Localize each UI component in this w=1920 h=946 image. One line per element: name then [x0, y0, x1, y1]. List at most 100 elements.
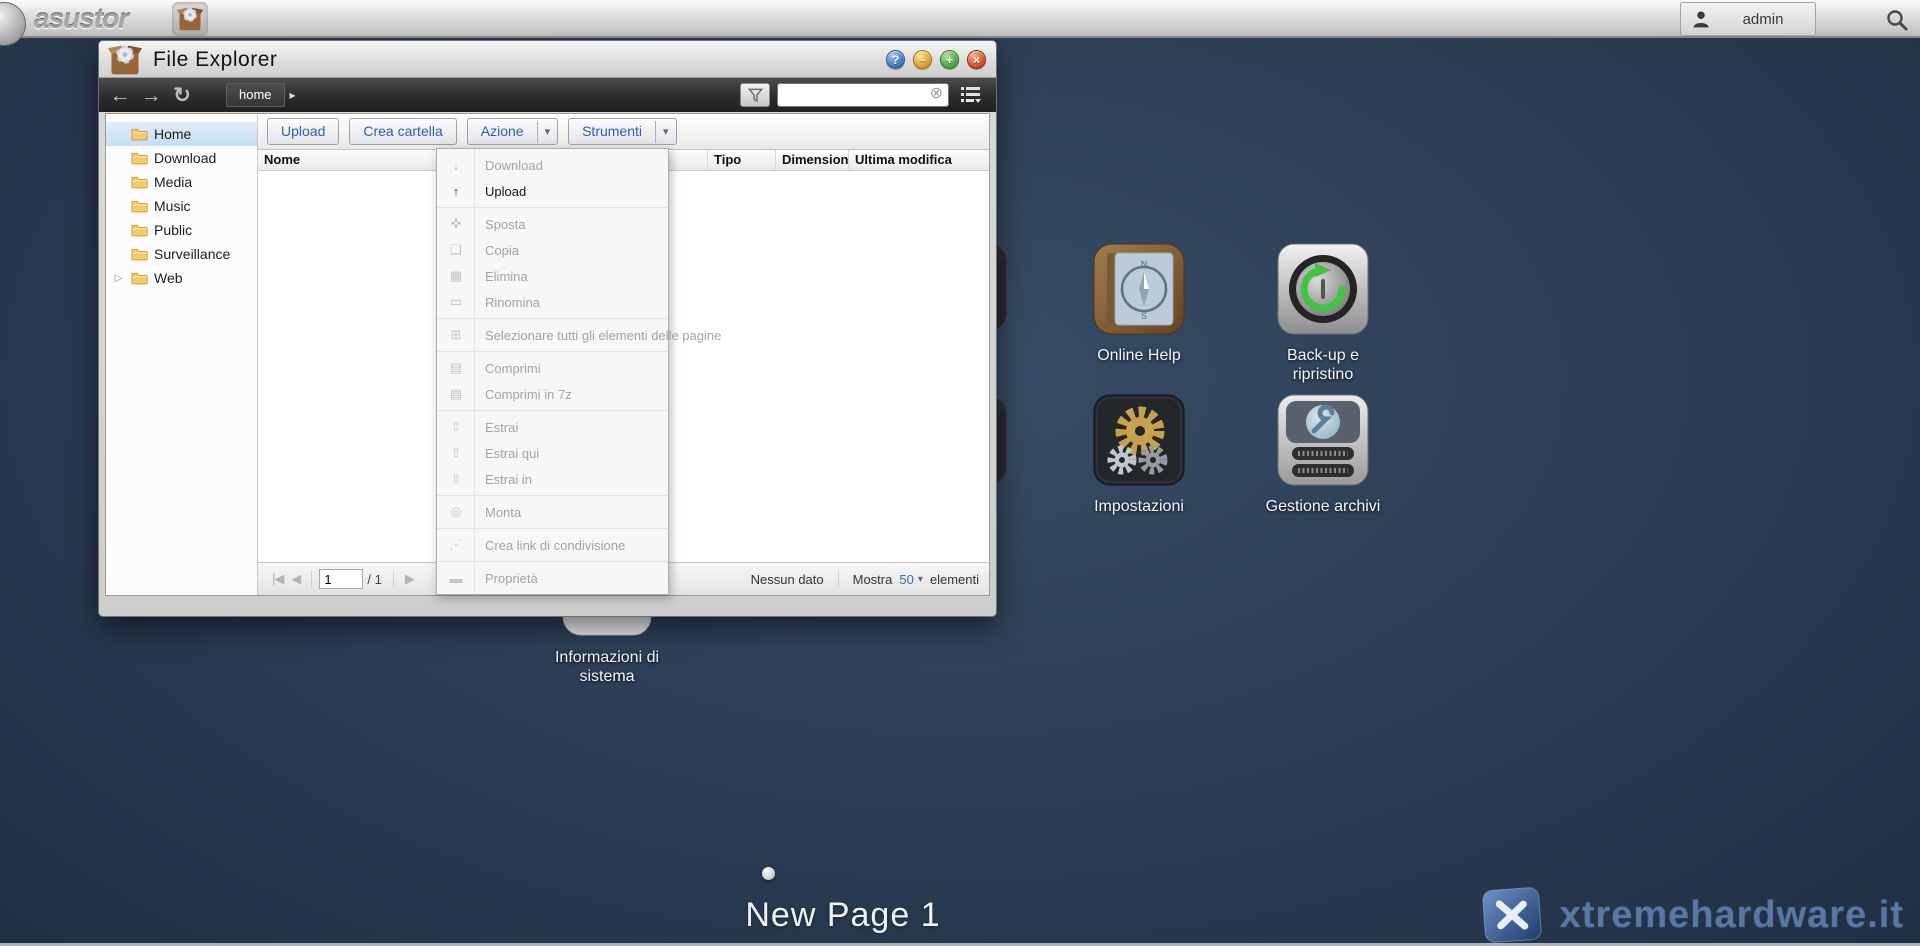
- create-folder-button[interactable]: Crea cartella: [349, 118, 456, 145]
- back-button[interactable]: ←: [109, 85, 131, 106]
- sidebar-item-download[interactable]: Download: [106, 146, 257, 170]
- expand-triangle-icon[interactable]: ▷: [112, 273, 125, 284]
- desktop-icon-storage-manager[interactable]: Gestione archivi: [1258, 394, 1388, 516]
- sidebar-item-media[interactable]: Media: [106, 170, 257, 194]
- menu-item-estrai-qui[interactable]: ⇧ Estrai qui: [437, 440, 668, 466]
- folder-icon: [131, 127, 148, 141]
- extract-to-icon: ⇧: [446, 471, 466, 487]
- menu-item-elimina[interactable]: ▦ Elimina: [437, 263, 668, 289]
- menu-item-label: Estrai: [485, 420, 518, 435]
- sidebar-item-label: Public: [154, 222, 192, 238]
- menu-item-monta[interactable]: ◎ Monta: [437, 499, 668, 525]
- page-size-dropdown[interactable]: 50: [899, 572, 913, 587]
- select-all-icon: ⊞: [446, 327, 466, 343]
- view-mode-button[interactable]: [956, 85, 986, 105]
- sidebar-item-label: Music: [154, 198, 191, 214]
- menu-item-comprimi-7z[interactable]: ▤ Comprimi in 7z: [437, 381, 668, 407]
- svg-text:S: S: [1141, 311, 1147, 321]
- user-icon: [1691, 9, 1711, 29]
- menu-item-selezionare-tutti[interactable]: ⊞ Selezionare tutti gli elementi delle p…: [437, 322, 668, 348]
- page-number-input[interactable]: [319, 569, 363, 589]
- forward-button[interactable]: →: [140, 85, 162, 106]
- column-header-dimensioni[interactable]: Dimensioni: [776, 150, 849, 170]
- menu-separator: [437, 318, 668, 319]
- menu-item-crea-link[interactable]: ⋰ Crea link di condivisione: [437, 532, 668, 558]
- navigation-bar: ← → ↻ home ▸ ⊗: [99, 78, 996, 112]
- first-page-button[interactable]: |◀: [272, 571, 283, 587]
- menu-item-download[interactable]: ↓ Download: [437, 152, 668, 178]
- window-titlebar[interactable]: File Explorer ? − + ×: [99, 41, 996, 78]
- chevron-down-icon[interactable]: ▾: [918, 574, 923, 585]
- sidebar-item-label: Download: [154, 150, 216, 166]
- mount-icon: ◎: [446, 504, 466, 520]
- compress-icon: ▤: [446, 360, 466, 376]
- show-label: Mostra: [853, 572, 893, 587]
- username-label: admin: [1721, 11, 1805, 28]
- tools-button-label: Strumenti: [569, 119, 655, 144]
- move-icon: ✜: [446, 216, 466, 232]
- delete-icon: ▦: [446, 268, 466, 284]
- menu-separator: [437, 528, 668, 529]
- breadcrumb-home-tab[interactable]: home: [226, 83, 285, 107]
- sidebar-item-home[interactable]: Home: [106, 122, 257, 146]
- desktop-icon-backup-restore[interactable]: Back-up e ripristino: [1258, 243, 1388, 384]
- sidebar-item-public[interactable]: Public: [106, 218, 257, 242]
- desktop-page-dot[interactable]: [762, 867, 775, 880]
- menu-item-label: Upload: [485, 184, 526, 199]
- column-header-tipo[interactable]: Tipo: [708, 150, 776, 170]
- compress-7z-icon: ▤: [446, 386, 466, 402]
- filter-input[interactable]: [777, 83, 949, 107]
- window-title: File Explorer: [153, 48, 277, 72]
- help-button[interactable]: ?: [886, 50, 905, 69]
- folder-icon: [131, 151, 148, 165]
- backup-restore-icon: [1277, 243, 1369, 335]
- global-search-button[interactable]: [1882, 5, 1912, 35]
- sidebar-item-label: Media: [154, 174, 192, 190]
- maximize-button[interactable]: +: [940, 50, 959, 69]
- menu-separator: [437, 495, 668, 496]
- refresh-button[interactable]: ↻: [171, 85, 193, 106]
- menu-item-copia[interactable]: ❏ Copia: [437, 237, 668, 263]
- user-menu-button[interactable]: admin: [1680, 2, 1816, 36]
- menu-item-sposta[interactable]: ✜ Sposta: [437, 211, 668, 237]
- chevron-down-icon[interactable]: ▾: [537, 121, 558, 143]
- action-menu-button[interactable]: Azione ▾: [467, 118, 558, 145]
- menu-separator: [437, 351, 668, 352]
- desktop-icon-online-help[interactable]: N S Online Help: [1074, 243, 1204, 365]
- menu-item-label: Elimina: [485, 269, 528, 284]
- asustor-logo: asustor: [34, 3, 128, 35]
- menu-item-upload[interactable]: ↑ Upload: [437, 178, 668, 204]
- desktop-icon-label: Gestione archivi: [1266, 497, 1381, 516]
- upload-button[interactable]: Upload: [267, 118, 339, 145]
- desktop-icon-settings[interactable]: Impostazioni: [1074, 394, 1204, 516]
- menu-item-proprieta[interactable]: ▬ Proprietà: [437, 565, 668, 591]
- sidebar-item-music[interactable]: Music: [106, 194, 257, 218]
- menu-item-rinomina[interactable]: ▭ Rinomina: [437, 289, 668, 315]
- minimize-button[interactable]: −: [913, 50, 932, 69]
- next-page-button[interactable]: ▶: [405, 571, 414, 587]
- tools-menu-button[interactable]: Strumenti ▾: [568, 118, 676, 145]
- folder-sidebar: Home Download Media Music: [106, 114, 258, 595]
- copy-icon: ❏: [446, 242, 466, 258]
- create-folder-button-label: Crea cartella: [350, 119, 455, 144]
- previous-page-button[interactable]: ◀: [291, 571, 300, 587]
- taskbar-file-explorer-button[interactable]: [172, 2, 208, 36]
- extract-icon: ⇧: [446, 419, 466, 435]
- breadcrumb-arrow-icon[interactable]: ▸: [290, 88, 296, 102]
- filter-button[interactable]: [740, 83, 770, 107]
- menu-separator: [437, 207, 668, 208]
- menu-item-estrai[interactable]: ⇧ Estrai: [437, 414, 668, 440]
- sidebar-item-surveillance[interactable]: Surveillance: [106, 242, 257, 266]
- properties-icon: ▬: [446, 571, 466, 586]
- close-button[interactable]: ×: [967, 50, 986, 69]
- menu-item-comprimi[interactable]: ▤ Comprimi: [437, 355, 668, 381]
- menu-item-estrai-in[interactable]: ⇧ Estrai in: [437, 466, 668, 492]
- corner-orb-icon[interactable]: [0, 2, 26, 46]
- sidebar-item-web[interactable]: ▷ Web: [106, 266, 257, 290]
- search-icon: [1885, 8, 1909, 32]
- column-header-ultima-modifica[interactable]: Ultima modifica: [849, 150, 989, 170]
- clear-filter-icon[interactable]: ⊗: [930, 86, 943, 102]
- chevron-down-icon[interactable]: ▾: [655, 121, 676, 143]
- upload-button-label: Upload: [268, 119, 338, 144]
- action-button-label: Azione: [468, 119, 537, 144]
